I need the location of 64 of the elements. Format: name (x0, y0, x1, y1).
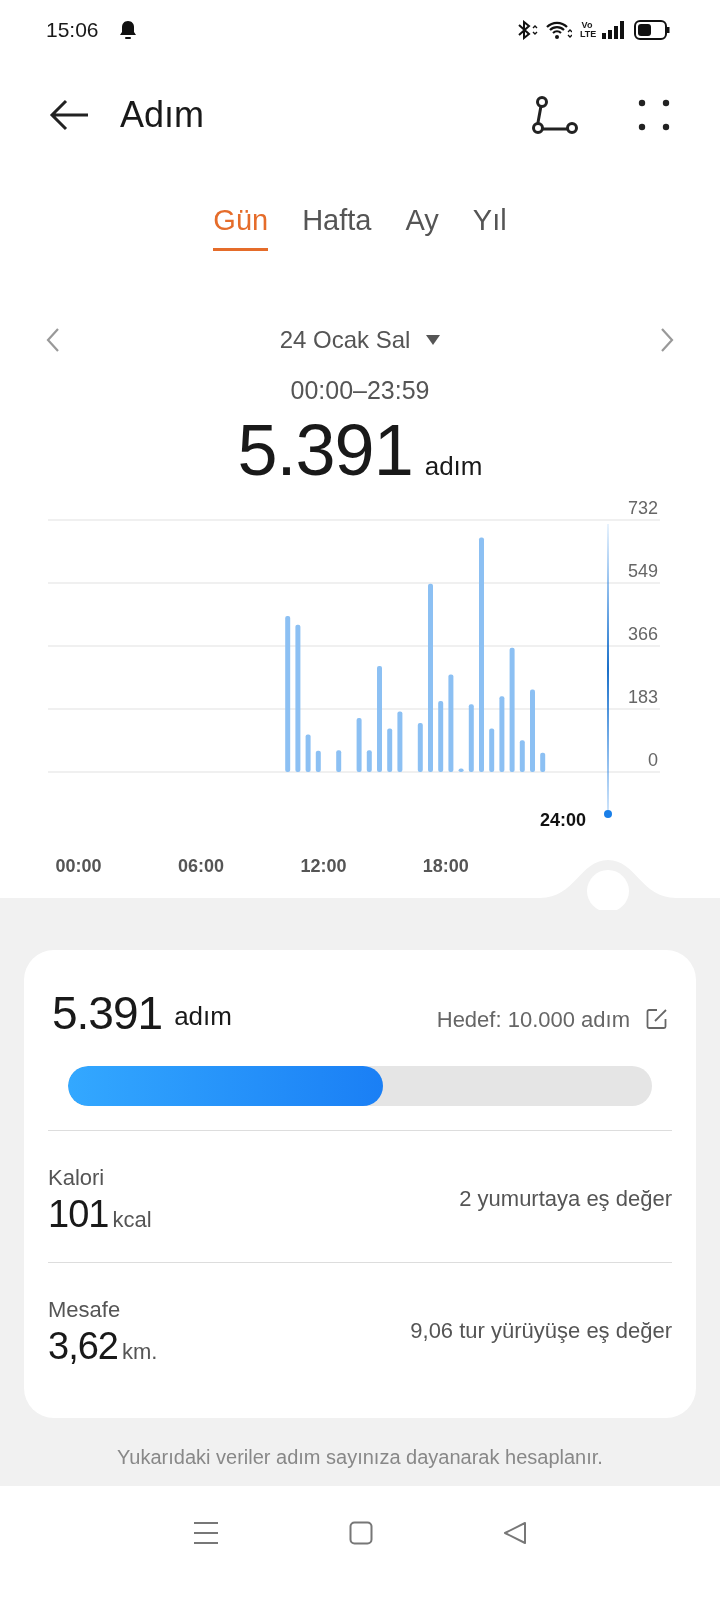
battery-icon (634, 20, 670, 40)
page-title: Adım (120, 93, 205, 137)
chart-bar (366, 749, 372, 772)
y-axis-label: 366 (627, 623, 658, 644)
bluetooth-icon (516, 20, 538, 40)
cursor-time-label: 24:00 (539, 809, 586, 830)
chart-bar (356, 717, 362, 772)
status-time: 15:06 (46, 17, 99, 44)
x-axis-label: 18:00 (422, 855, 469, 876)
stat-unit: kcal (112, 1205, 152, 1234)
time-cursor[interactable] (604, 523, 612, 818)
stat-label: Kalori (48, 1163, 106, 1192)
step-unit: adım (174, 999, 232, 1033)
y-axis-label: 0 (648, 749, 658, 770)
stat-value: 101 (48, 1193, 109, 1236)
period-tab[interactable]: Yıl (472, 198, 507, 252)
x-axis-label: 06:00 (178, 855, 224, 876)
network-label: Vo (580, 21, 594, 30)
stat-value: 3,62 (48, 1325, 118, 1368)
chart-bar (336, 749, 342, 772)
network-label: LTE (580, 30, 594, 39)
x-axis-label: 00:00 (55, 855, 102, 876)
wifi-icon (546, 20, 572, 40)
edit-icon[interactable] (646, 1008, 668, 1030)
caret-icon (426, 335, 441, 345)
bell-icon (118, 20, 137, 40)
next-icon[interactable] (660, 327, 674, 353)
period-tab[interactable]: Ay (405, 198, 439, 252)
chart-bar (397, 710, 403, 772)
signal-icon (602, 21, 626, 39)
chart-bar (489, 728, 495, 772)
home-icon[interactable] (349, 1520, 373, 1545)
previous-icon[interactable] (46, 327, 60, 353)
share-icon[interactable] (532, 96, 578, 134)
chart-bar (468, 703, 474, 772)
goal-text: Hedef: 10.000 adım (436, 1005, 630, 1034)
chart-bar (387, 728, 393, 772)
date-label: 24 Ocak Sal (279, 325, 411, 355)
x-axis-label: 12:00 (300, 855, 347, 876)
step-count: 5.391 (52, 989, 163, 1036)
stat-label: Mesafe (48, 1295, 122, 1324)
stat-note: 2 yumurtaya eş değer (459, 1184, 672, 1213)
more-icon[interactable] (638, 99, 670, 131)
back-nav-icon[interactable] (503, 1520, 527, 1545)
back-icon[interactable] (48, 99, 90, 131)
y-axis-label: 183 (627, 686, 658, 707)
stat-note: 9,06 tur yürüyüşe eş değer (410, 1316, 672, 1345)
footnote-text: Yukarıdaki veriler adım sayınıza dayanarak hesaplanır. (117, 1445, 603, 1468)
stat-unit: km. (121, 1337, 158, 1366)
chart-bar (305, 734, 311, 772)
chart-bar (417, 722, 423, 772)
chart-bar (315, 750, 321, 772)
y-axis-label: 732 (627, 497, 658, 518)
chart-bar (458, 768, 464, 772)
step-unit: adım (424, 449, 483, 483)
date-picker[interactable]: 24 Ocak Sal (279, 322, 441, 358)
chart-bar (540, 752, 546, 772)
period-tab[interactable]: Hafta (302, 198, 372, 252)
chart-bar (438, 700, 444, 772)
step-total: 5.391 (237, 413, 413, 486)
chart-bar (519, 739, 525, 772)
menu-icon[interactable] (193, 1520, 219, 1545)
time-range: 00:00–23:59 (290, 375, 430, 406)
y-axis-label: 549 (627, 560, 658, 581)
